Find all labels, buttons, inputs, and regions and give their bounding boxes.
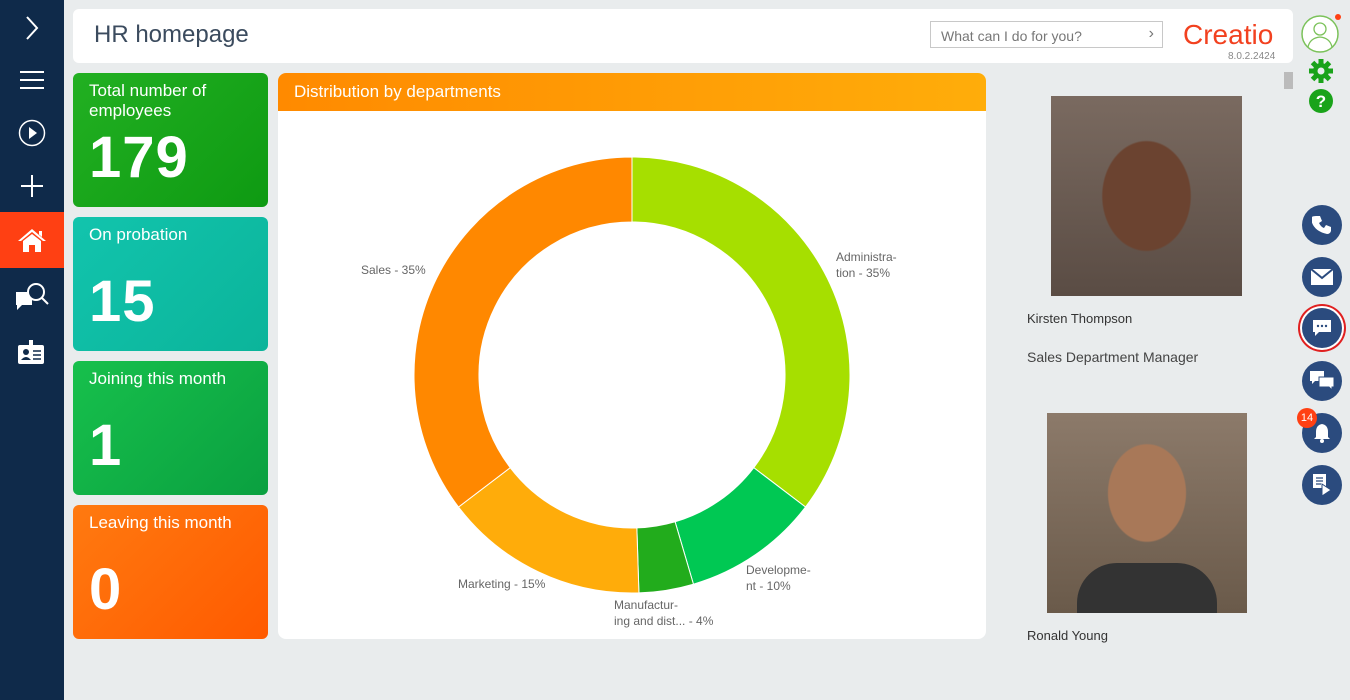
menu-button[interactable] [0, 52, 64, 108]
label-development: Developme-nt - 10% [746, 563, 811, 593]
tile-label: On probation [89, 225, 188, 244]
distribution-chart-card: Distribution by departments Administra-t… [278, 73, 986, 639]
notification-count-badge: 14 [1297, 408, 1317, 428]
label-administration: Administra-tion - 35% [836, 250, 897, 280]
email-icon [1311, 269, 1333, 285]
label-marketing: Marketing - 15% [458, 577, 546, 591]
tile-label: Leaving this month [89, 513, 232, 532]
chevron-right-icon [26, 16, 39, 40]
feed-button[interactable] [1302, 361, 1342, 401]
sidebar [0, 0, 64, 700]
search-feedback-button[interactable] [0, 268, 64, 324]
chevron-right-icon: › [1148, 25, 1154, 42]
command-line-input[interactable]: What can I do for you? › [930, 21, 1163, 48]
play-icon [18, 119, 46, 147]
gear-icon[interactable] [1308, 58, 1334, 84]
employee-photo[interactable] [1051, 96, 1242, 296]
home-button[interactable] [0, 212, 64, 268]
id-card-icon [18, 340, 44, 364]
employee-photo[interactable] [1047, 413, 1247, 613]
tile-joining-month[interactable]: Joining this month 1 [73, 361, 268, 495]
version-label: 8.0.2.2424 [1228, 51, 1276, 62]
chat-icon [1313, 320, 1331, 336]
tile-leaving-month[interactable]: Leaving this month 0 [73, 505, 268, 639]
tile-value: 0 [89, 557, 123, 622]
phone-icon [1312, 216, 1331, 234]
employee-name[interactable]: Kirsten Thompson [1027, 311, 1132, 326]
task-list-icon [1313, 474, 1332, 496]
processes-button[interactable] [0, 105, 64, 161]
donut-slice-administration[interactable] [631, 156, 851, 508]
tile-value: 15 [89, 269, 156, 334]
svg-text:?: ? [1316, 92, 1326, 111]
add-button[interactable] [0, 158, 64, 214]
process-tasks-button[interactable] [1302, 465, 1342, 505]
chart-title: Distribution by departments [278, 73, 986, 111]
scrollbar-thumb[interactable] [1284, 72, 1293, 89]
help-icon[interactable]: ? [1308, 88, 1334, 114]
bell-icon [1314, 424, 1330, 443]
tile-on-probation[interactable]: On probation 15 [73, 217, 268, 351]
tile-value: 1 [89, 413, 123, 478]
phone-button[interactable] [1302, 205, 1342, 245]
label-sales: Sales - 35% [361, 263, 426, 277]
search-placeholder: What can I do for you? [941, 28, 1082, 44]
tile-total-employees[interactable]: Total number of employees 179 [73, 73, 268, 207]
label-manufacturing: Manufactur-ing and dist... - 4% [614, 598, 714, 628]
contacts-button[interactable] [0, 324, 64, 380]
messages-icon [1310, 371, 1334, 391]
email-button[interactable] [1302, 257, 1342, 297]
employee-role: Sales Department Manager [1027, 349, 1199, 365]
menu-icon [20, 71, 44, 89]
home-icon [18, 229, 46, 252]
chat-button[interactable] [1302, 308, 1342, 348]
user-profile-icon[interactable] [1301, 14, 1341, 54]
page-title: HR homepage [94, 21, 249, 48]
tile-value: 179 [89, 125, 189, 190]
employee-name[interactable]: Ronald Young [1027, 628, 1108, 643]
donut-chart [413, 156, 851, 594]
creatio-logo: Creatio [1183, 19, 1274, 50]
tile-label: Joining this month [89, 369, 227, 388]
expand-sidebar-button[interactable] [0, 0, 64, 56]
tile-label: Total number of employees [89, 81, 207, 120]
donut-slice-sales[interactable] [413, 156, 633, 508]
header: HR homepage What can I do for you? › Crea… [73, 9, 1293, 63]
plus-icon [21, 175, 43, 197]
search-feedback-icon [16, 283, 49, 310]
